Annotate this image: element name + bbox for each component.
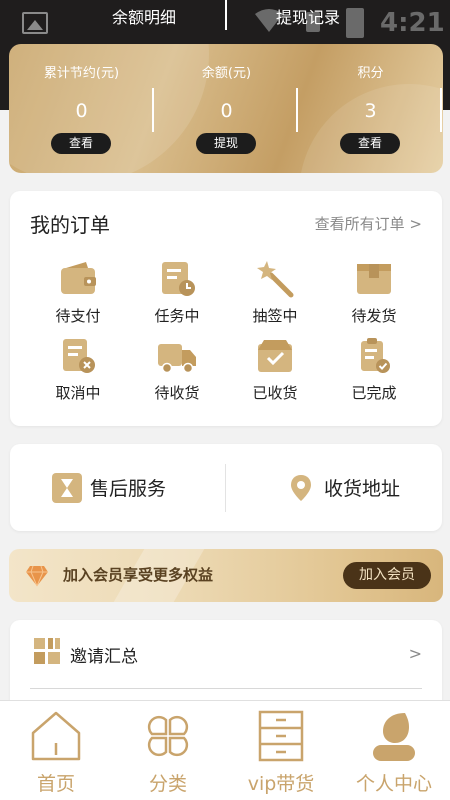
my-orders-card: 我的订单 查看所有订单 > 待支付 任务中 抽签中 待发货 取消中 待收货 已收… [10,191,442,426]
orders-title: 我的订单 [30,213,110,237]
clipboard-check-icon [361,338,390,373]
header-divider [225,0,227,30]
withdraw-record-link[interactable]: 提现记录 [276,4,340,28]
hourglass-icon [52,472,82,503]
order-label: 待发货 [351,307,397,325]
stat-label: 累计节约(元) [43,66,120,81]
order-in-task[interactable]: 任务中 [137,259,217,326]
diamond-icon [26,565,48,587]
task-clock-icon [162,262,195,296]
bottom-navigation: 首页 分类 vip带货 个人中心 [0,700,450,800]
stat-label: 积分 [357,66,384,81]
status-time: 4:21 [380,8,445,38]
view-all-orders-link[interactable]: 查看所有订单 > [315,213,422,234]
wallet-icon [61,262,96,294]
services-card: 售后服务 收货地址 [10,444,442,531]
nav-label: vip带货 [247,773,315,795]
order-in-lottery[interactable]: 抽签中 [235,259,315,326]
nav-profile[interactable]: 个人中心 [338,701,450,800]
nav-label: 首页 [36,773,75,795]
withdraw-button[interactable]: 提现 [196,133,256,154]
order-completed[interactable]: 已完成 [334,336,414,403]
after-sales-service-button[interactable]: 售后服务 [52,444,166,531]
stat-value: 0 [220,100,233,122]
divider [30,688,422,689]
services-divider [225,464,226,512]
stat-balance: 余额(元) 0 提现 [154,44,299,173]
shipping-address-label: 收货地址 [324,478,401,500]
magic-wand-icon [257,261,294,298]
membership-promo-text: 加入会员享受更多权益 [63,566,214,584]
after-sales-label: 售后服务 [90,478,167,500]
category-icon [147,715,189,757]
stat-total-savings: 累计节约(元) 0 查看 [9,44,154,173]
order-label: 任务中 [154,307,200,325]
order-label: 抽签中 [252,307,298,325]
nav-category[interactable]: 分类 [112,701,224,800]
cabinet-icon [258,710,304,762]
order-cancelling[interactable]: 取消中 [38,336,118,403]
membership-banner[interactable]: 加入会员享受更多权益 加入会员 [9,549,443,602]
shipping-address-button[interactable]: 收货地址 [286,444,400,531]
balance-detail-link[interactable]: 余额明细 [112,4,176,28]
stat-label: 余额(元) [201,66,252,81]
stat-points: 积分 3 查看 [298,44,443,173]
image-notification-icon [22,12,48,34]
box-icon [357,264,391,294]
order-label: 已收货 [252,384,298,402]
order-label: 待支付 [55,307,101,325]
home-icon [31,711,81,761]
document-cancel-icon [63,339,95,373]
battery-icon [346,8,364,38]
stat-divider [440,88,442,132]
nav-home[interactable]: 首页 [0,701,112,800]
stat-value: 0 [75,100,88,122]
truck-icon [158,344,196,374]
location-pin-icon [291,474,311,501]
order-awaiting-receipt[interactable]: 待收货 [137,336,217,403]
order-label: 已完成 [351,384,397,402]
nav-vip[interactable]: vip带货 [225,701,337,800]
join-membership-button[interactable]: 加入会员 [343,562,431,589]
order-received[interactable]: 已收货 [235,336,315,403]
stat-value: 3 [364,100,377,122]
savings-card: 累计节约(元) 0 查看 余额(元) 0 提现 积分 3 查看 [9,44,443,173]
order-pending-payment[interactable]: 待支付 [38,259,118,326]
box-check-icon [258,340,292,372]
nav-label: 个人中心 [355,773,432,795]
invite-summary-icon [34,638,60,664]
invite-summary-row[interactable]: 邀请汇总 > [10,620,442,690]
view-points-button[interactable]: 查看 [340,133,400,154]
view-savings-button[interactable]: 查看 [51,133,111,154]
order-label: 取消中 [55,384,101,402]
chevron-right-icon: > [408,644,422,663]
order-awaiting-shipment[interactable]: 待发货 [334,259,414,326]
nav-label: 分类 [148,773,187,795]
order-label: 待收货 [154,384,200,402]
invite-summary-label: 邀请汇总 [70,647,138,667]
user-icon [373,713,415,761]
